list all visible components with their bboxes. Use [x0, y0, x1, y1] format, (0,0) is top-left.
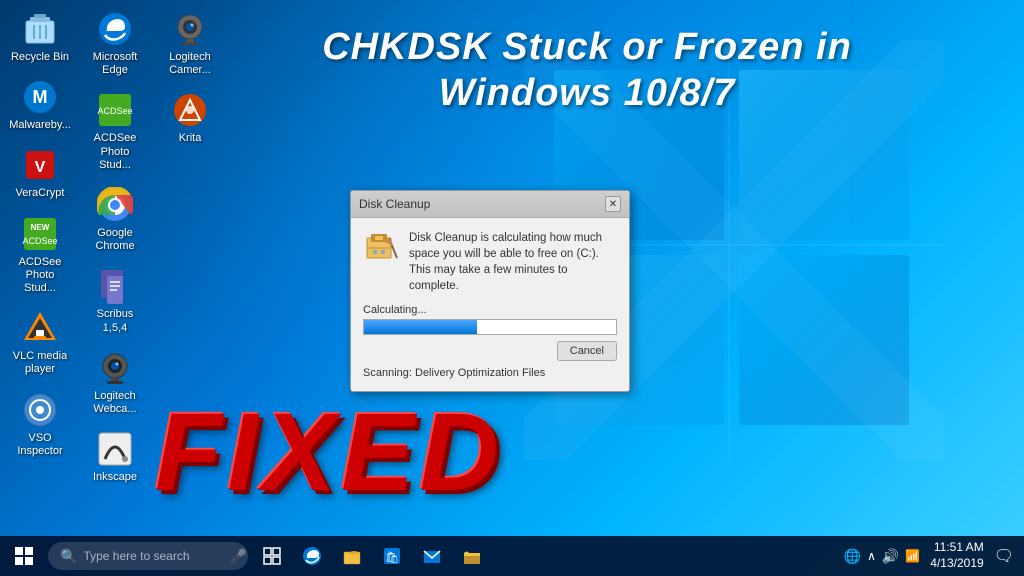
disk-cleanup-dialog: Disk Cleanup ✕	[350, 190, 630, 392]
desktop-icon-edge[interactable]: Microsoft Edge	[80, 5, 150, 81]
recycle-bin-label: Recycle Bin	[11, 51, 69, 64]
scanning-label: Scanning:	[363, 367, 412, 379]
dialog-titlebar: Disk Cleanup ✕	[351, 191, 629, 218]
clock-date: 4/13/2019	[930, 556, 983, 572]
desktop-icon-logitech-web[interactable]: Logitech Webca...	[80, 344, 150, 420]
system-tray: 🌐 ∧ 🔊 📶	[844, 548, 921, 565]
desktop-icon-acdsee[interactable]: NEW ACDSee ACDSee Photo Stud...	[5, 210, 75, 300]
inkscape-icon	[95, 429, 135, 469]
veracrypt-icon: V	[20, 145, 60, 185]
taskbar-explorer-icon[interactable]	[332, 536, 372, 576]
vlc-icon	[20, 308, 60, 348]
vlc-label: VLC media player	[9, 350, 71, 376]
progress-section: Calculating... Cancel Scanning: Delivery…	[363, 304, 617, 379]
progress-bar-container	[363, 319, 617, 335]
dialog-body: Disk Cleanup is calculating how much spa…	[351, 218, 629, 391]
scribus-label: Scribus 1,5,4	[84, 308, 146, 334]
malwarebytes-label: Malwareby...	[9, 119, 71, 132]
malwarebytes-icon: M	[20, 77, 60, 117]
taskbar: 🔍 🎤	[0, 536, 1024, 576]
acdsee2-icon: ACDSee	[95, 90, 135, 130]
dialog-buttons: Cancel	[363, 341, 617, 361]
acdsee2-label: ACDSee Photo Stud...	[84, 132, 146, 172]
svg-text:V: V	[35, 159, 46, 176]
tray-wifi-icon[interactable]: 📶	[905, 549, 920, 563]
taskbar-store-icon[interactable]: 🛍	[372, 536, 412, 576]
scanning-value: Delivery Optimization Files	[415, 367, 545, 379]
scanning-text: Scanning: Delivery Optimization Files	[363, 367, 617, 379]
svg-text:🛍: 🛍	[385, 551, 399, 564]
taskbar-search-bar[interactable]: 🔍 🎤	[48, 542, 248, 570]
veracrypt-label: VeraCrypt	[16, 187, 65, 200]
clock-time: 11:51 AM	[930, 540, 983, 556]
taskbar-search-icon: 🔍	[60, 548, 77, 565]
vso-label: VSO Inspector	[9, 432, 71, 458]
krita-label: Krita	[179, 132, 202, 145]
acdsee-icon: NEW ACDSee	[20, 214, 60, 254]
chrome-label: Google Chrome	[84, 227, 146, 253]
recycle-bin-icon	[20, 9, 60, 49]
dialog-content-row: Disk Cleanup is calculating how much spa…	[363, 230, 617, 294]
progress-label: Calculating...	[363, 304, 617, 316]
desktop-icon-vso[interactable]: VSO Inspector	[5, 386, 75, 462]
tray-chevron-icon[interactable]: ∧	[867, 549, 876, 563]
desktop-icon-recycle-bin[interactable]: Recycle Bin	[5, 5, 75, 68]
taskbar-microphone-icon[interactable]: 🎤	[229, 548, 246, 565]
dialog-close-button[interactable]: ✕	[605, 196, 621, 212]
dialog-message: Disk Cleanup is calculating how much spa…	[409, 230, 617, 294]
chrome-icon	[95, 185, 135, 225]
desktop-icon-scribus[interactable]: Scribus 1,5,4	[80, 262, 150, 338]
desktop: Recycle Bin M Malwareby... V VeraCrypt	[0, 0, 1024, 576]
disk-cleanup-icon	[363, 230, 399, 273]
logitech-webcam-label: Logitech Webca...	[84, 390, 146, 416]
desktop-icon-chrome[interactable]: Google Chrome	[80, 181, 150, 257]
svg-text:NEW: NEW	[31, 223, 50, 232]
task-view-button[interactable]	[252, 536, 292, 576]
svg-text:ACDSee: ACDSee	[22, 236, 57, 246]
inkscape-label: Inkscape	[93, 471, 137, 484]
desktop-icon-malwarebytes[interactable]: M Malwareby...	[5, 73, 75, 136]
tray-speaker-icon[interactable]: 🔊	[882, 548, 899, 565]
article-title-line2: Windows 10/8/7	[160, 71, 1014, 117]
logitech-webcam-icon	[95, 348, 135, 388]
desktop-icon-vlc[interactable]: VLC media player	[5, 304, 75, 380]
desktop-icon-veracrypt[interactable]: V VeraCrypt	[5, 141, 75, 204]
start-button[interactable]	[0, 536, 48, 576]
dialog-title: Disk Cleanup	[359, 197, 430, 211]
edge-label: Microsoft Edge	[84, 51, 146, 77]
scribus-icon	[95, 266, 135, 306]
edge-icon	[95, 9, 135, 49]
desktop-icon-inkscape[interactable]: Inkscape	[80, 425, 150, 488]
acdsee-label: ACDSee Photo Stud...	[9, 256, 71, 296]
taskbar-folder-icon[interactable]	[452, 536, 492, 576]
taskbar-edge-icon[interactable]	[292, 536, 332, 576]
tray-network-icon[interactable]: 🌐	[844, 548, 861, 565]
cancel-button[interactable]: Cancel	[557, 341, 617, 361]
notification-center-icon[interactable]: 🗨	[994, 546, 1014, 566]
desktop-icon-acdsee2[interactable]: ACDSee ACDSee Photo Stud...	[80, 86, 150, 176]
article-title-line1: CHKDSK Stuck or Frozen in	[160, 25, 1014, 71]
title-overlay: CHKDSK Stuck or Frozen in Windows 10/8/7	[160, 25, 1014, 116]
system-clock[interactable]: 11:51 AM 4/13/2019	[926, 540, 987, 571]
vso-icon	[20, 390, 60, 430]
progress-bar-fill	[364, 320, 477, 334]
taskbar-right: 🌐 ∧ 🔊 📶 11:51 AM 4/13/2019 🗨	[844, 540, 1024, 571]
taskbar-search-input[interactable]	[83, 549, 223, 563]
taskbar-mail-icon[interactable]	[412, 536, 452, 576]
svg-text:M: M	[33, 87, 48, 107]
svg-text:ACDSee: ACDSee	[97, 106, 132, 116]
fixed-text: FIXED	[155, 389, 504, 516]
